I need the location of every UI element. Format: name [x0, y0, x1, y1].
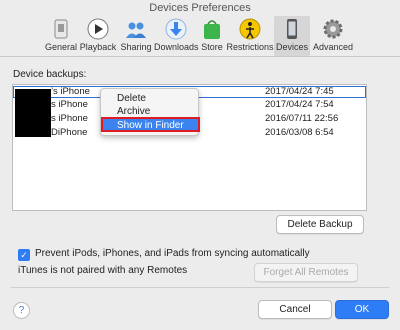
tab-devices-label: Devices [275, 42, 308, 52]
backup-date: 2016/07/11 22:56 [265, 113, 339, 124]
help-icon[interactable]: ? [13, 302, 30, 319]
ok-button[interactable]: OK [335, 300, 389, 319]
tab-restrictions-label: Restrictions [226, 42, 274, 52]
advanced-icon [323, 19, 343, 39]
backup-date: 2016/03/08 6:54 [265, 127, 334, 138]
restrictions-icon [239, 18, 261, 40]
backup-name: s iPhone [51, 99, 88, 110]
tab-playback-label: Playback [79, 42, 117, 52]
tab-playback[interactable]: Playback [78, 16, 118, 56]
menu-item-delete[interactable]: Delete [101, 92, 198, 105]
delete-backup-button[interactable]: Delete Backup [276, 215, 364, 234]
tab-devices[interactable]: Devices [274, 16, 310, 56]
store-icon [204, 20, 220, 39]
remotes-status: iTunes is not paired with any Remotes [18, 265, 188, 276]
tab-restrictions[interactable]: Restrictions [226, 16, 274, 56]
general-icon [54, 19, 68, 39]
cancel-button[interactable]: Cancel [258, 300, 332, 319]
window-title: Devices Preferences [149, 2, 251, 14]
tab-general-label: General [44, 42, 78, 52]
tab-advanced-label: Advanced [312, 42, 354, 52]
backup-date: 2017/04/24 7:54 [265, 99, 334, 110]
device-backups-label: Device backups: [13, 69, 87, 80]
tab-general[interactable]: General [44, 16, 78, 56]
sharing-icon [126, 22, 146, 38]
highlight-box [101, 117, 200, 132]
divider [11, 287, 389, 288]
menu-item-label: Delete [117, 93, 146, 104]
forget-remotes-button[interactable]: Forget All Remotes [254, 263, 358, 282]
tab-advanced[interactable]: Advanced [310, 16, 356, 56]
backup-name: ’s iPhone [51, 86, 90, 97]
backup-date: 2017/04/24 7:45 [265, 86, 334, 97]
downloads-icon [165, 18, 187, 40]
tab-downloads-label: Downloads [154, 42, 199, 52]
tab-sharing[interactable]: Sharing [118, 16, 154, 56]
backup-name: DiPhone [51, 127, 88, 138]
redaction-box [15, 89, 51, 137]
playback-icon [87, 18, 109, 40]
tab-downloads[interactable]: Downloads [154, 16, 199, 56]
backup-name: s iPhone [51, 113, 88, 124]
devices-icon [287, 19, 297, 39]
devices-preferences-window: Devices Preferences General Playback Sha… [0, 0, 400, 330]
tab-store[interactable]: Store [198, 16, 226, 56]
prevent-sync-label: Prevent iPods, iPhones, and iPads from s… [35, 248, 310, 259]
tab-store-label: Store [201, 42, 223, 52]
prevent-sync-checkbox[interactable]: ✓ [18, 249, 30, 261]
preferences-toolbar: General Playback Sharing Downloads Store… [0, 16, 400, 57]
tab-sharing-label: Sharing [120, 42, 152, 52]
